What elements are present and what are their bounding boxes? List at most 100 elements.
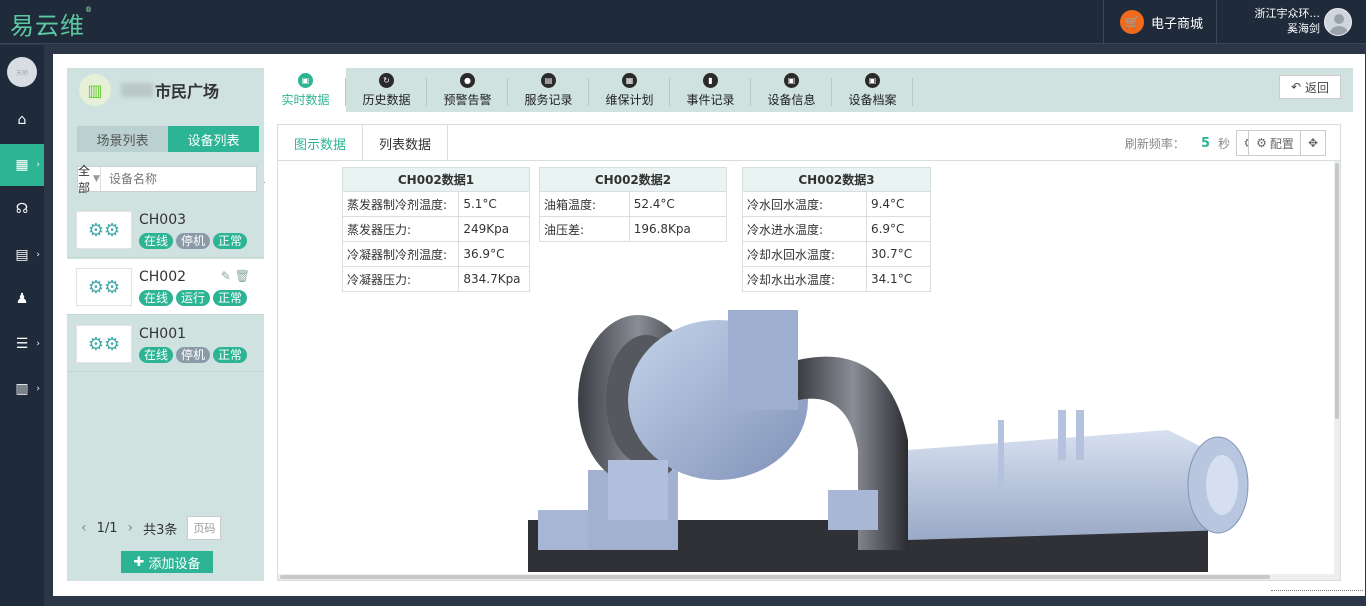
table-title: CH002数据3 [742,167,931,192]
tab-scene-list[interactable]: 场景列表 [77,126,168,152]
device-search-input[interactable] [100,168,264,190]
device-actions: ✎🗑 [221,269,254,283]
nav-devices[interactable]: ▦ › [0,144,44,186]
tab-device-list[interactable]: 设备列表 [168,126,259,152]
total-count: 共3条 [143,522,178,538]
table-row: 油压差: 196.8Kpa [539,216,728,242]
nav-gateway[interactable]: ☊ [0,188,44,230]
function-tabs: ▣ 实时数据 ↻ 历史数据 ● 预警告警 ▤ 服务记录 ▦ 维保计划 ▮ 事件记录 ▣ 设备信… [265,68,1353,112]
chevron-right-icon: › [36,250,40,260]
chevron-right-icon: › [36,339,40,349]
config-button[interactable]: ⚙ 配置 [1248,130,1302,156]
calendar-icon: ▦ [622,72,637,88]
status-badge-health: 正常 [213,290,248,306]
user-avatar[interactable] [1324,8,1352,36]
horizontal-scrollbar[interactable] [278,574,1340,580]
device-badges: 在线 停机 正常 [139,347,250,363]
tab-events[interactable]: ▮ 事件记录 [670,68,751,112]
user-company: 浙江宇众环... [1254,7,1321,20]
refresh-unit: 秒 [1217,136,1230,151]
top-bar: 易云维® 🛒 电子商城 浙江宇众环... 奚海剑 [0,0,1366,44]
tab-alarm[interactable]: ● 预警告警 [427,68,508,112]
row-label: 蒸发器制冷剂温度: [341,191,460,217]
home-icon: ⌂ [17,112,27,128]
nav-user[interactable]: ♟ [0,278,44,320]
device-badges: 在线 停机 正常 [139,233,250,249]
page-indicator: 1/1 [96,520,118,536]
nav-avatar[interactable]: 天地 [7,57,37,87]
table-title: CH002数据1 [342,167,530,192]
row-value: 196.8Kpa [628,216,728,242]
row-label: 油压差: [539,216,630,242]
nav-buildings[interactable]: ▥ › [0,368,44,410]
chevron-right-icon[interactable]: › [128,520,134,536]
back-button[interactable]: ↶ 返回 [1279,75,1341,99]
router-icon: ☊ [15,201,29,217]
tab-label: 维保计划 [605,92,654,107]
nav-records[interactable]: ▤ › [0,234,44,276]
tab-history[interactable]: ↻ 历史数据 [346,68,427,112]
left-nav: 天地 ⌂ ▦ › ☊ ▤ › ♟ ☰ › ▥ › [0,45,44,606]
file-icon: ▮ [703,72,718,88]
row-label: 冷却水出水温度: [742,266,867,292]
logo-text: 易云维 [10,12,85,40]
move-icon: ✥ [1307,136,1319,150]
move-button[interactable]: ✥ [1300,130,1326,156]
page-input[interactable]: 页码 [187,516,222,540]
e-shop-button[interactable]: 🛒 电子商城 [1103,0,1217,44]
grid-icon: ▦ [15,157,29,173]
delete-icon[interactable]: 🗑 [235,269,254,283]
tab-realtime[interactable]: ▣ 实时数据 [265,68,346,112]
content-area: ▣ 实时数据 ↻ 历史数据 ● 预警告警 ▤ 服务记录 ▦ 维保计划 ▮ 事件记录 ▣ 设备信… [265,68,1353,581]
add-device-label: 添加设备 [148,556,201,572]
caret-down-icon: ▼ [93,174,100,184]
side-tabs: 场景列表 设备列表 [77,126,259,152]
device-item-ch002[interactable]: ⚙⚙ CH002 ✎🗑 在线 运行 正常 [67,259,264,315]
tab-label: 事件记录 [686,92,735,107]
data-table-2: CH002数据2 油箱温度: 52.4°C 油压差: 196.8Kpa [539,167,728,242]
row-label: 冷凝器压力: [341,266,460,292]
data-table-3: CH002数据3 冷水回水温度: 9.4°C 冷水进水温度: 6.9°C 冷却水回水… [742,167,932,292]
back-label: 返回 [1305,80,1330,95]
device-item-ch001[interactable]: ⚙⚙ CH001 在线 停机 正常 [67,316,264,372]
shop-label: 电子商城 [1151,16,1204,32]
chevron-right-icon: › [36,160,40,170]
table-row: 蒸发器制冷剂温度: 5.1°C [341,191,530,217]
tab-service[interactable]: ▤ 服务记录 [508,68,589,112]
tab-maintenance[interactable]: ▦ 维保计划 [589,68,670,112]
table-row: 蒸发器压力: 249Kpa [341,216,530,242]
row-label: 油箱温度: [539,191,630,217]
service-icon: ▤ [541,72,556,88]
table-row: 冷水进水温度: 6.9°C [742,216,932,242]
user-info[interactable]: 浙江宇众环... 奚海剑 [1230,6,1321,36]
table-row: 冷水回水温度: 9.4°C [742,191,932,217]
row-value: 34.1°C [865,266,932,292]
device-item-ch003[interactable]: ⚙⚙ CH003 在线 停机 正常 [67,202,264,258]
pager: ‹ 1/1 › 共3条 页码 [81,516,222,540]
project-name: 市民广场 [155,82,220,101]
info-icon: ▣ [784,72,799,88]
nav-avatar-text: 天地 [15,69,28,77]
refresh-value: 5 [1200,135,1210,151]
tab-chart-data[interactable]: 图示数据 [278,125,364,161]
edit-icon[interactable]: ✎ [221,269,235,283]
device-name: CH003 [139,212,187,228]
tab-device-info[interactable]: ▣ 设备信息 [751,68,832,112]
main-panel: ▥ 市民广场 场景列表 设备列表 全部▼ ⌕ ⚙⚙ CH003 在线 停机 正常… [53,54,1365,596]
brand-logo[interactable]: 易云维® [10,6,93,41]
tab-device-archive[interactable]: ▣ 设备档案 [832,68,913,112]
logo-mark: ® [85,6,93,14]
row-label: 冷凝器制冷剂温度: [341,241,460,267]
category-select[interactable]: 全部 ▼ [78,164,101,195]
chevron-left-icon[interactable]: ‹ [81,520,87,536]
row-label: 蒸发器压力: [341,216,460,242]
project-icon: ▥ [79,74,111,106]
tab-list-data[interactable]: 列表数据 [363,125,449,161]
row-value: 5.1°C [458,191,530,217]
add-device-button[interactable]: ✚ 添加设备 [121,551,213,573]
nav-contacts[interactable]: ☰ › [0,323,44,365]
nav-home[interactable]: ⌂ [0,99,44,141]
vertical-scrollbar[interactable] [1334,161,1340,580]
status-badge-health: 正常 [213,347,248,363]
config-label: 配置 [1269,136,1294,151]
